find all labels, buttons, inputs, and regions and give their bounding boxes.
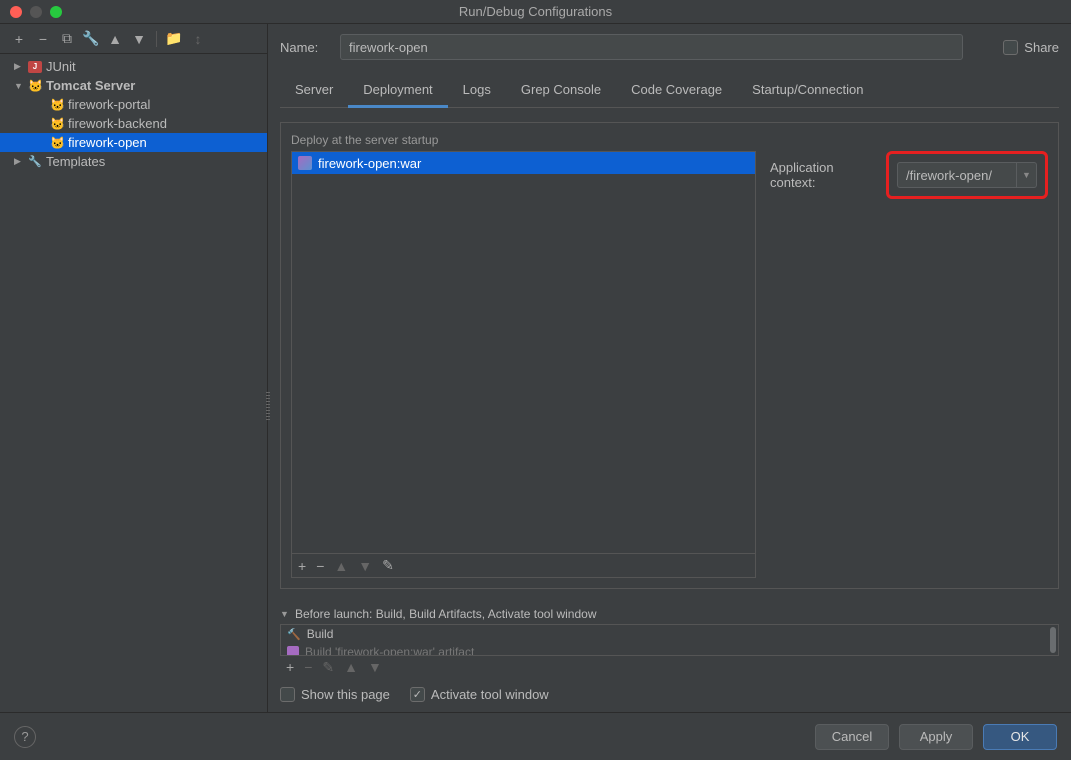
app-context-label: Application context: [770, 160, 880, 190]
window-minimize-button[interactable] [30, 6, 42, 18]
tomcat-icon: 🐱 [50, 117, 64, 131]
tab-grep-console[interactable]: Grep Console [506, 74, 616, 107]
sort-button[interactable]: ↕ [189, 30, 207, 48]
before-launch-header[interactable]: ▼ Before launch: Build, Build Artifacts,… [280, 607, 1059, 621]
tree-label: firework-open [68, 135, 267, 150]
remove-config-button[interactable]: − [34, 30, 52, 48]
remove-task-button[interactable]: − [304, 659, 312, 676]
tree-item-firework-backend[interactable]: 🐱 firework-backend [0, 114, 267, 133]
move-down-button[interactable]: ▼ [130, 30, 148, 48]
tomcat-icon: 🐱 [50, 98, 64, 112]
before-launch-item-build[interactable]: 🔨 Build [281, 625, 1058, 643]
configurations-tree: ▶ J JUnit ▼ 🐱 Tomcat Server 🐱 firework-p… [0, 54, 267, 712]
artifact-down-button[interactable]: ▼ [358, 558, 372, 574]
tree-item-tomcat[interactable]: ▼ 🐱 Tomcat Server [0, 76, 267, 95]
tree-item-templates[interactable]: ▶ 🔧 Templates [0, 152, 267, 171]
share-checkbox[interactable] [1003, 40, 1018, 55]
titlebar: Run/Debug Configurations [0, 0, 1071, 24]
sidebar-toolbar: + − ⧉ 🔧 ▲ ▼ 📁 ↕ [0, 24, 267, 54]
expand-arrow-icon: ▶ [14, 61, 24, 72]
artifact-label: firework-open:war [318, 156, 421, 171]
task-label: Build 'firework-open:war' artifact [305, 645, 474, 656]
app-context-input[interactable] [897, 162, 1017, 188]
move-up-button[interactable]: ▲ [106, 30, 124, 48]
add-task-button[interactable]: + [286, 659, 294, 676]
before-launch-title: Before launch: Build, Build Artifacts, A… [295, 607, 597, 621]
before-launch-section: ▼ Before launch: Build, Build Artifacts,… [280, 607, 1059, 702]
window-maximize-button[interactable] [50, 6, 62, 18]
deployment-panel: Deploy at the server startup firework-op… [280, 122, 1059, 589]
add-config-button[interactable]: + [10, 30, 28, 48]
cancel-button[interactable]: Cancel [815, 724, 889, 750]
name-input[interactable] [340, 34, 963, 60]
tab-deployment[interactable]: Deployment [348, 74, 447, 108]
show-page-checkbox[interactable] [280, 687, 295, 702]
folder-button[interactable]: 📁 [165, 30, 183, 48]
tree-label: firework-backend [68, 116, 267, 131]
task-up-button[interactable]: ▲ [344, 659, 358, 676]
collapse-arrow-icon: ▼ [14, 81, 24, 91]
remove-artifact-button[interactable]: − [316, 558, 324, 574]
task-down-button[interactable]: ▼ [368, 659, 382, 676]
tab-logs[interactable]: Logs [448, 74, 506, 107]
artifact-up-button[interactable]: ▲ [334, 558, 348, 574]
window-title: Run/Debug Configurations [459, 4, 612, 19]
ok-button[interactable]: OK [983, 724, 1057, 750]
highlight-annotation: ▼ [886, 151, 1048, 199]
edit-artifact-button[interactable]: ✎ [382, 557, 394, 574]
tomcat-icon: 🐱 [50, 136, 64, 150]
collapse-arrow-icon: ▼ [280, 609, 290, 619]
show-page-label: Show this page [301, 687, 390, 702]
tab-startup-connection[interactable]: Startup/Connection [737, 74, 878, 107]
tree-label: Tomcat Server [46, 78, 267, 93]
artifact-item[interactable]: firework-open:war [292, 152, 755, 174]
share-label: Share [1024, 40, 1059, 55]
before-launch-list: 🔨 Build Build 'firework-open:war' artifa… [280, 624, 1059, 656]
tree-label: Templates [46, 154, 267, 169]
activate-label: Activate tool window [431, 687, 549, 702]
expand-arrow-icon: ▶ [14, 156, 24, 167]
artifacts-list: firework-open:war + − ▲ ▼ ✎ [291, 151, 756, 578]
help-button[interactable]: ? [14, 726, 36, 748]
tab-server[interactable]: Server [280, 74, 348, 107]
tree-item-firework-open[interactable]: 🐱 firework-open [0, 133, 267, 152]
scrollbar[interactable] [1050, 627, 1056, 653]
main-panel: Name: Share Server Deployment Logs Grep … [268, 24, 1071, 712]
splitter-handle[interactable] [266, 390, 270, 420]
wrench-icon: 🔧 [28, 155, 42, 168]
copy-config-button[interactable]: ⧉ [58, 30, 76, 48]
deploy-label: Deploy at the server startup [291, 133, 756, 147]
before-launch-item-artifact[interactable]: Build 'firework-open:war' artifact [281, 643, 1058, 656]
edit-task-button[interactable]: ✎ [322, 659, 334, 676]
tree-label: JUnit [46, 59, 267, 74]
tree-item-junit[interactable]: ▶ J JUnit [0, 57, 267, 76]
add-artifact-button[interactable]: + [298, 558, 306, 574]
config-tabs: Server Deployment Logs Grep Console Code… [280, 74, 1059, 108]
tab-code-coverage[interactable]: Code Coverage [616, 74, 737, 107]
app-context-dropdown-button[interactable]: ▼ [1017, 162, 1037, 188]
artifact-icon [287, 646, 299, 656]
tomcat-icon: 🐱 [28, 79, 42, 93]
task-label: Build [307, 627, 334, 641]
configurations-sidebar: + − ⧉ 🔧 ▲ ▼ 📁 ↕ ▶ J JUnit ▼ 🐱 T [0, 24, 268, 712]
apply-button[interactable]: Apply [899, 724, 973, 750]
name-label: Name: [280, 40, 330, 55]
war-artifact-icon [298, 156, 312, 170]
junit-icon: J [28, 61, 42, 73]
tree-label: firework-portal [68, 97, 267, 112]
tree-item-firework-portal[interactable]: 🐱 firework-portal [0, 95, 267, 114]
dialog-footer: ? Cancel Apply OK [0, 712, 1071, 760]
hammer-icon: 🔨 [287, 628, 301, 641]
window-close-button[interactable] [10, 6, 22, 18]
activate-tool-window-checkbox[interactable] [410, 687, 425, 702]
edit-defaults-button[interactable]: 🔧 [82, 30, 100, 48]
